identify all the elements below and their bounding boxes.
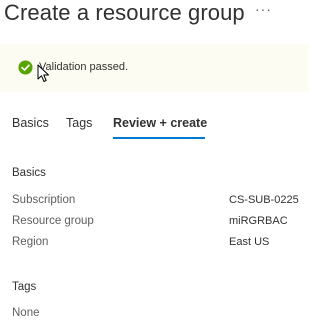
tab-tags[interactable]: Tags [66, 116, 92, 130]
resource-group-label: Resource group [12, 215, 94, 227]
basics-section-heading: Basics [12, 167, 46, 179]
check-circle-icon [18, 60, 33, 75]
subscription-label: Subscription [12, 194, 76, 206]
create-resource-group-page: Create a resource group ··· Validation p… [0, 0, 309, 324]
subscription-value: CS-SUB-0225 [229, 194, 299, 206]
validation-banner: Validation passed. [0, 44, 309, 92]
validation-message: Validation passed. [39, 61, 129, 73]
mouse-pointer-icon [37, 64, 49, 82]
region-value: East US [229, 236, 270, 248]
more-options-button[interactable]: ··· [255, 1, 272, 17]
tab-basics[interactable]: Basics [12, 116, 49, 130]
tab-review-create[interactable]: Review + create [113, 116, 207, 130]
selected-tab-indicator [113, 137, 205, 139]
region-label: Region [12, 236, 49, 248]
page-header: Create a resource group [4, 0, 245, 26]
resource-group-value: miRGRBAC [229, 215, 288, 227]
tags-empty-value: None [12, 307, 40, 319]
tags-section-heading: Tags [12, 281, 37, 293]
page-title: Create a resource group [4, 0, 245, 25]
